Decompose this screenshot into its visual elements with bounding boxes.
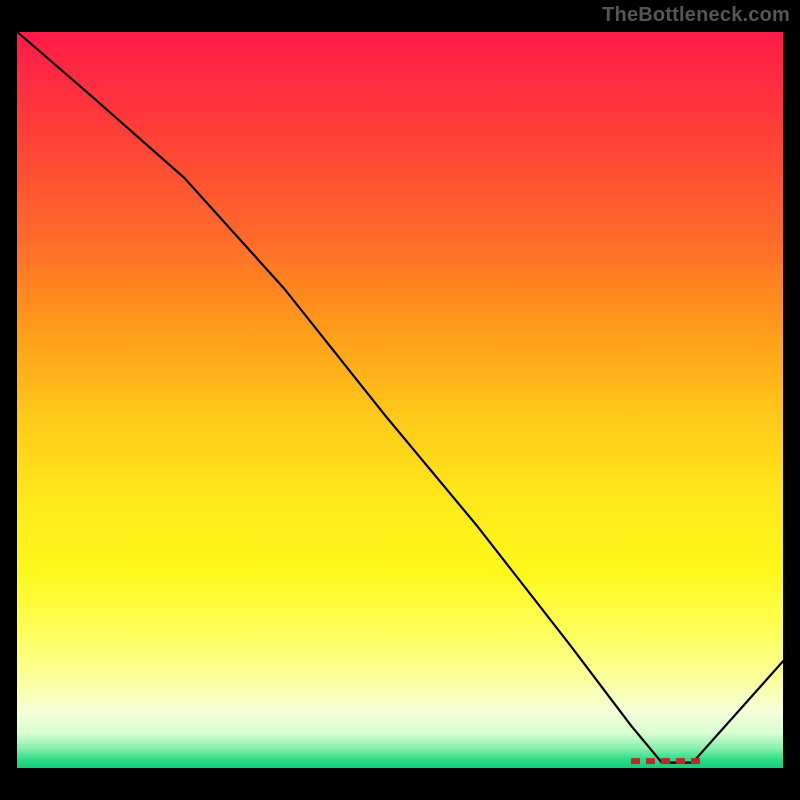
attribution-label: TheBottleneck.com: [602, 4, 790, 27]
curve-layer: [15, 30, 785, 770]
plot-area: [15, 30, 785, 770]
chart-container: TheBottleneck.com: [0, 0, 800, 800]
bottleneck-curve: [15, 30, 785, 763]
